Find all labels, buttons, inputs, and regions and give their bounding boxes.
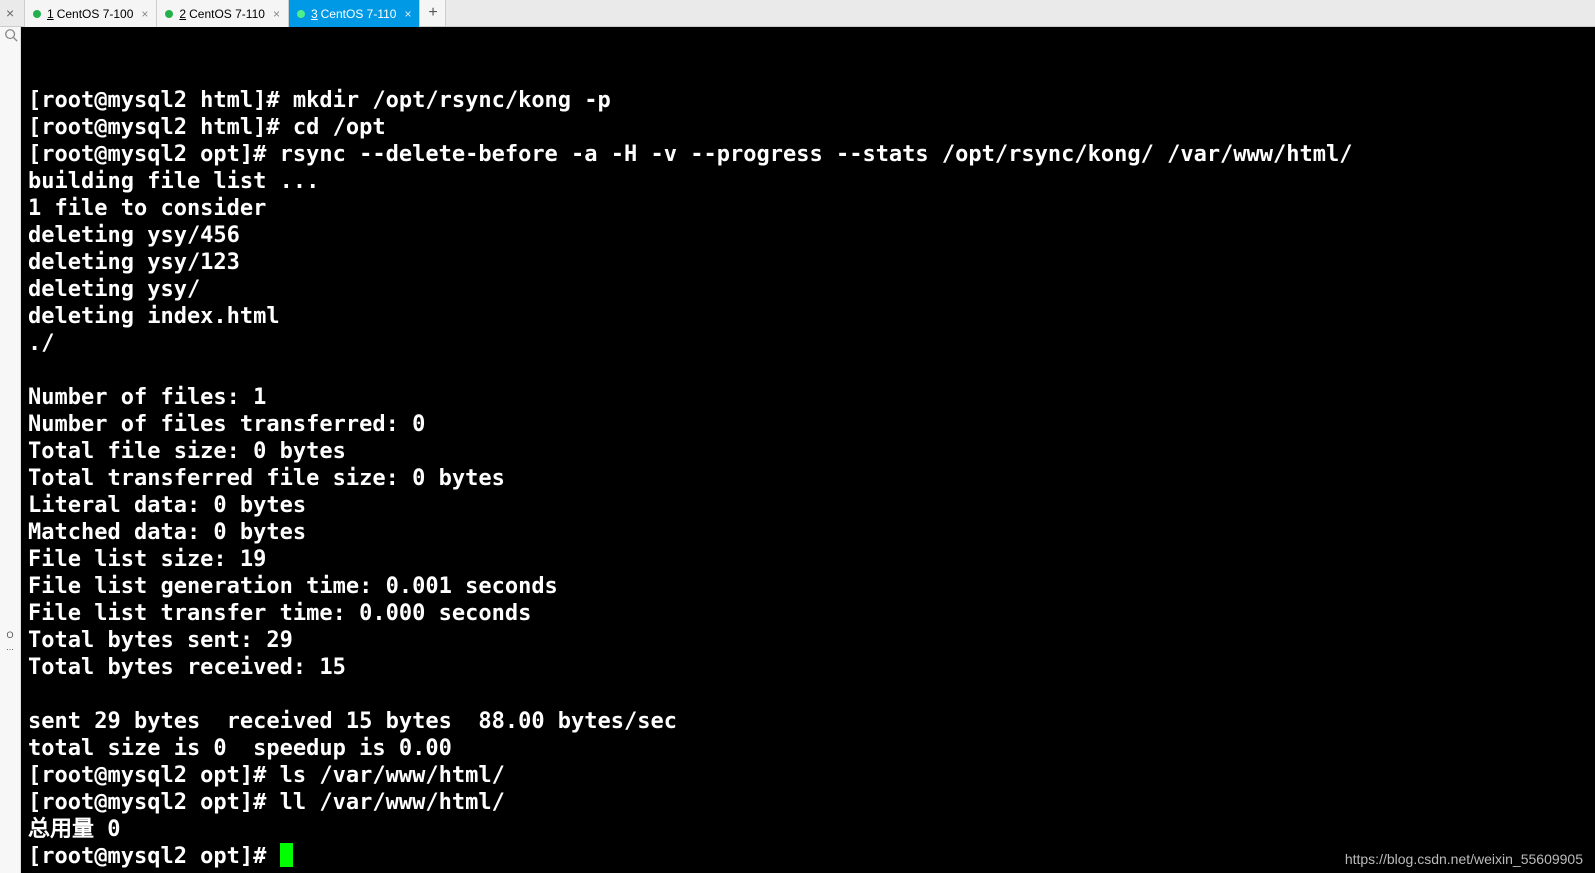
terminal-line: File list size: 19	[28, 546, 1588, 573]
terminal[interactable]: [root@mysql2 html]# mkdir /opt/rsync/kon…	[21, 27, 1595, 873]
terminal-line: deleting ysy/456	[28, 222, 1588, 249]
tab-1[interactable]: 1 CentOS 7-100×	[24, 0, 157, 27]
terminal-line: [root@mysql2 opt]# rsync --delete-before…	[28, 141, 1588, 168]
tab-index: 2	[179, 7, 186, 21]
terminal-line: Total file size: 0 bytes	[28, 438, 1588, 465]
tab-3[interactable]: 3 CentOS 7-110×	[289, 0, 421, 27]
terminal-line: 1 file to consider	[28, 195, 1588, 222]
terminal-line: File list transfer time: 0.000 seconds	[28, 600, 1588, 627]
search-icon[interactable]	[0, 27, 21, 49]
terminal-line: Total bytes received: 15	[28, 654, 1588, 681]
prompt-line: [root@mysql2 opt]#	[28, 844, 280, 869]
terminal-line: File list generation time: 0.001 seconds	[28, 573, 1588, 600]
terminal-line: [root@mysql2 opt]# ll /var/www/html/	[28, 789, 1588, 816]
watermark: https://blog.csdn.net/weixin_55609905	[1345, 851, 1583, 867]
terminal-line: Number of files: 1	[28, 384, 1588, 411]
add-tab-button[interactable]: +	[420, 0, 446, 26]
terminal-line: [root@mysql2 html]# cd /opt	[28, 114, 1588, 141]
terminal-line: [root@mysql2 opt]# ls /var/www/html/	[28, 762, 1588, 789]
terminal-line	[28, 681, 1588, 708]
sidebar: O ...	[0, 27, 21, 873]
terminal-line: Total bytes sent: 29	[28, 627, 1588, 654]
sidebar-label: O ...	[0, 629, 20, 653]
status-dot-icon	[297, 10, 305, 18]
terminal-line: total size is 0 speedup is 0.00	[28, 735, 1588, 762]
terminal-line: building file list ...	[28, 168, 1588, 195]
tab-label: CentOS 7-110	[321, 7, 397, 21]
tab-index: 1	[47, 7, 54, 21]
terminal-line: 总用量 0	[28, 816, 1588, 843]
tab-label: CentOS 7-100	[57, 7, 134, 21]
close-tab-icon[interactable]: ×	[396, 7, 411, 21]
close-tab-icon[interactable]: ×	[133, 7, 148, 21]
terminal-line: Number of files transferred: 0	[28, 411, 1588, 438]
close-all-icon[interactable]: ×	[6, 5, 14, 21]
status-dot-icon	[165, 10, 173, 18]
terminal-line: Literal data: 0 bytes	[28, 492, 1588, 519]
tab-index: 3	[311, 7, 318, 21]
close-tab-icon[interactable]: ×	[265, 7, 280, 21]
status-dot-icon	[33, 10, 41, 18]
tab-2[interactable]: 2 CentOS 7-110×	[157, 0, 289, 27]
terminal-line: [root@mysql2 html]# mkdir /opt/rsync/kon…	[28, 87, 1588, 114]
terminal-line: Matched data: 0 bytes	[28, 519, 1588, 546]
tab-label: CentOS 7-110	[189, 7, 265, 21]
terminal-line: sent 29 bytes received 15 bytes 88.00 by…	[28, 708, 1588, 735]
terminal-line: deleting index.html	[28, 303, 1588, 330]
terminal-line: deleting ysy/123	[28, 249, 1588, 276]
terminal-line: deleting ysy/	[28, 276, 1588, 303]
terminal-line: ./	[28, 330, 1588, 357]
terminal-line	[28, 357, 1588, 384]
terminal-line: Total transferred file size: 0 bytes	[28, 465, 1588, 492]
tab-bar: × 1 CentOS 7-100×2 CentOS 7-110×3 CentOS…	[0, 0, 1595, 27]
cursor	[280, 843, 293, 867]
